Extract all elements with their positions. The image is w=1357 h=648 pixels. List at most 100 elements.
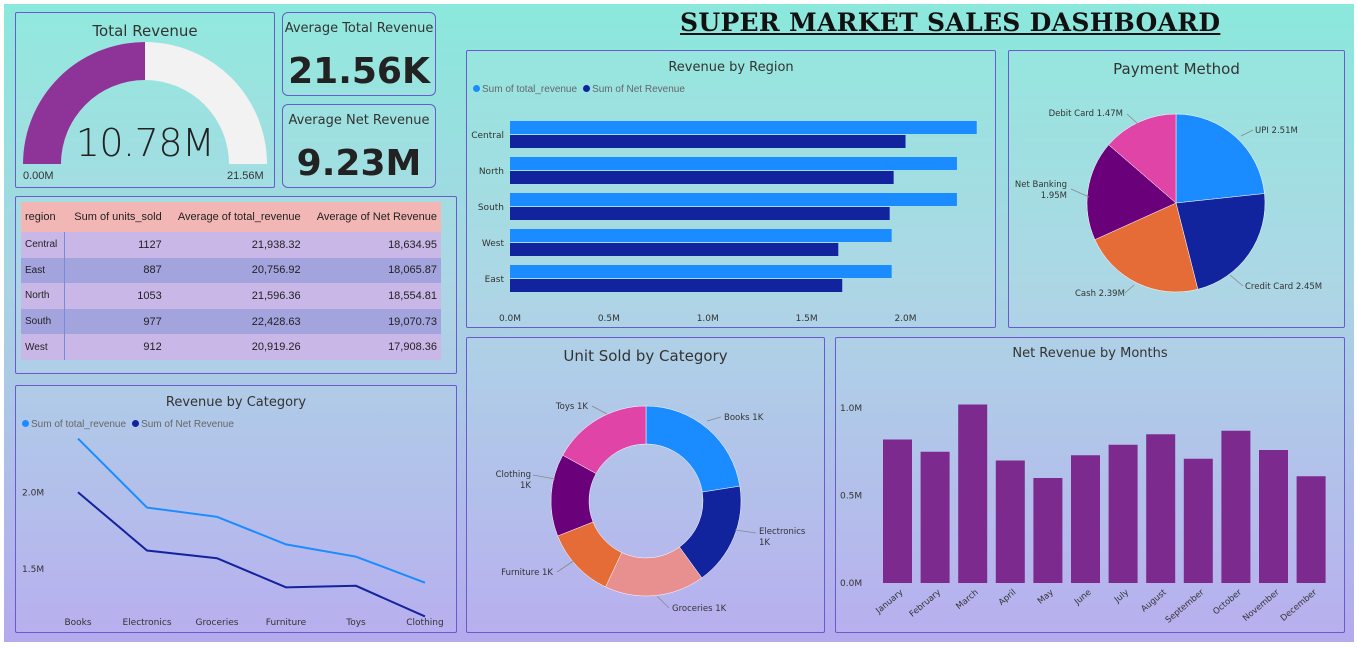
data-label: Net Banking: [1015, 180, 1067, 190]
y-tick-label: 0.0M: [840, 579, 862, 589]
month-bar: [883, 439, 912, 583]
table-header-avg-net[interactable]: Average of Net Revenue: [304, 202, 441, 232]
months-bar-chart: 0.0M 0.5M 1.0M January February March April May…: [840, 404, 1326, 625]
unit-sold-card[interactable]: Unit Sold by Category Books 1K Electronic…: [466, 337, 825, 633]
kpi-total-title: Average Total Revenue: [284, 21, 434, 36]
table-header-units[interactable]: Sum of units_sold: [64, 202, 166, 232]
table-row[interactable]: Central 1127 21,938.32 18,634.95: [21, 232, 441, 258]
net-revenue-months-card[interactable]: Net Revenue by Months 0.0M 0.5M 1.0M Januar…: [835, 337, 1345, 633]
table-cell: 20,756.92: [165, 257, 305, 284]
leader-line: [532, 474, 556, 480]
table-cell: 19,070.73: [304, 308, 441, 335]
table-cell: 18,634.95: [304, 232, 441, 258]
table-cell: Central: [21, 232, 65, 258]
avg-total-revenue-card[interactable]: Average Total Revenue 21.56K: [282, 12, 436, 96]
revenue-by-category-card[interactable]: Revenue by Category Sum of total_revenue…: [15, 385, 457, 633]
x-tick-label: 1.0M: [697, 314, 719, 324]
table-row[interactable]: West 912 20,919.26 17,908.36: [21, 334, 441, 360]
x-tick-label: Groceries: [196, 618, 239, 628]
leader-line: [1240, 129, 1254, 137]
bar-total-revenue: [510, 157, 957, 170]
table-cell: 18,065.87: [304, 257, 441, 284]
table-header-avg-total[interactable]: Average of total_revenue: [165, 202, 305, 232]
month-bar: [920, 451, 950, 583]
kpi-net-value: 9.23M: [296, 143, 422, 184]
bar-net-revenue: [510, 243, 839, 256]
units-donut-chart: Books 1KElectronics1KGroceries 1KFurnitu…: [496, 402, 806, 614]
data-label: Cash 2.39M: [1075, 289, 1125, 299]
pie-slice: [1175, 113, 1265, 204]
x-tick-label: 1.5M: [796, 314, 818, 324]
leader-line: [656, 595, 670, 609]
x-tick-label: July: [1112, 588, 1131, 606]
leader-line: [1124, 284, 1135, 294]
table-cell: 887: [64, 257, 166, 284]
data-label: 1K: [520, 481, 531, 491]
leader-line: [1229, 274, 1244, 287]
bar-net-revenue: [510, 279, 843, 292]
payment-method-card[interactable]: Payment Method UPI 2.51M Credit Card 2.45…: [1008, 50, 1345, 328]
category-line-chart: 2.0M 1.5M Books Electronics Groceries Furnitu…: [22, 437, 444, 628]
data-label: Clothing: [496, 470, 531, 480]
x-tick-label: May: [1036, 588, 1056, 607]
leader-line: [734, 529, 757, 534]
table-cell: 22,428.63: [165, 308, 305, 335]
month-bar: [1033, 478, 1063, 583]
revenue-by-region-card[interactable]: Revenue by Region Sum of total_revenue S…: [466, 50, 996, 328]
x-tick-label: Electronics: [122, 618, 171, 628]
month-bar: [958, 404, 988, 583]
table-row[interactable]: North 1053 21,596.36 18,554.81: [21, 283, 441, 309]
kpi-net-title: Average Net Revenue: [288, 113, 430, 128]
data-label: Books 1K: [724, 413, 764, 423]
x-tick-label: Books: [64, 618, 91, 628]
table-row[interactable]: East 887 20,756.92 18,065.87: [21, 257, 441, 284]
leader-line: [591, 405, 608, 415]
region-table-card[interactable]: region Sum of units_sold Average of tota…: [15, 196, 457, 374]
month-bar: [1108, 444, 1138, 583]
leader-line: [556, 559, 576, 573]
y-tick-label: East: [485, 275, 505, 285]
x-tick-label: Furniture: [266, 618, 307, 628]
table-cell: 1053: [64, 283, 166, 309]
x-tick-label: August: [1139, 587, 1169, 614]
avg-net-revenue-card[interactable]: Average Net Revenue 9.23M: [282, 104, 436, 188]
table-cell: East: [21, 257, 65, 284]
x-tick-label: 2.0M: [894, 314, 916, 324]
y-tick-label: North: [479, 167, 504, 177]
month-bar: [1146, 434, 1176, 583]
table-cell: West: [21, 334, 65, 360]
y-tick-label: West: [482, 239, 505, 249]
bar-net-revenue: [510, 171, 894, 184]
month-bar: [1296, 476, 1326, 583]
kpi-total-value: 21.56K: [288, 51, 430, 92]
month-bar: [1259, 450, 1288, 583]
y-tick-label: 0.5M: [840, 492, 862, 502]
data-label: Groceries 1K: [672, 604, 727, 614]
gauge-max-label: 21.56M: [227, 170, 264, 182]
data-label: Debit Card 1.47M: [1049, 109, 1123, 119]
series-line: [77, 491, 426, 618]
table-header-region[interactable]: region: [21, 202, 65, 232]
table-cell: 18,554.81: [304, 283, 441, 309]
data-label: 1K: [759, 538, 770, 548]
month-bar: [995, 460, 1025, 583]
y-tick-label: 1.0M: [840, 404, 862, 414]
table-cell: 977: [64, 308, 166, 335]
bar-total-revenue: [510, 229, 892, 242]
bar-total-revenue: [510, 193, 957, 206]
table-cell: 20,919.26: [165, 334, 305, 360]
series-line: [77, 437, 426, 584]
table-cell: North: [21, 283, 65, 309]
table-cell: 21,938.32: [165, 232, 305, 258]
total-revenue-gauge-card[interactable]: Total Revenue 10.78M 0.00M 21.56M: [15, 12, 275, 188]
dashboard-title: SUPER MARKET SALES DASHBOARD: [680, 8, 1221, 37]
month-bar: [1183, 458, 1213, 583]
data-label: Electronics: [759, 527, 806, 537]
y-tick-label: 1.5M: [22, 565, 44, 575]
y-tick-label: 2.0M: [22, 488, 44, 498]
gauge-min-label: 0.00M: [23, 170, 54, 182]
table-cell: 21,596.36: [165, 283, 305, 309]
table-row[interactable]: South 977 22,428.63 19,070.73: [21, 308, 441, 335]
x-tick-label: September: [1164, 587, 1207, 625]
data-label: Toys 1K: [555, 402, 589, 412]
